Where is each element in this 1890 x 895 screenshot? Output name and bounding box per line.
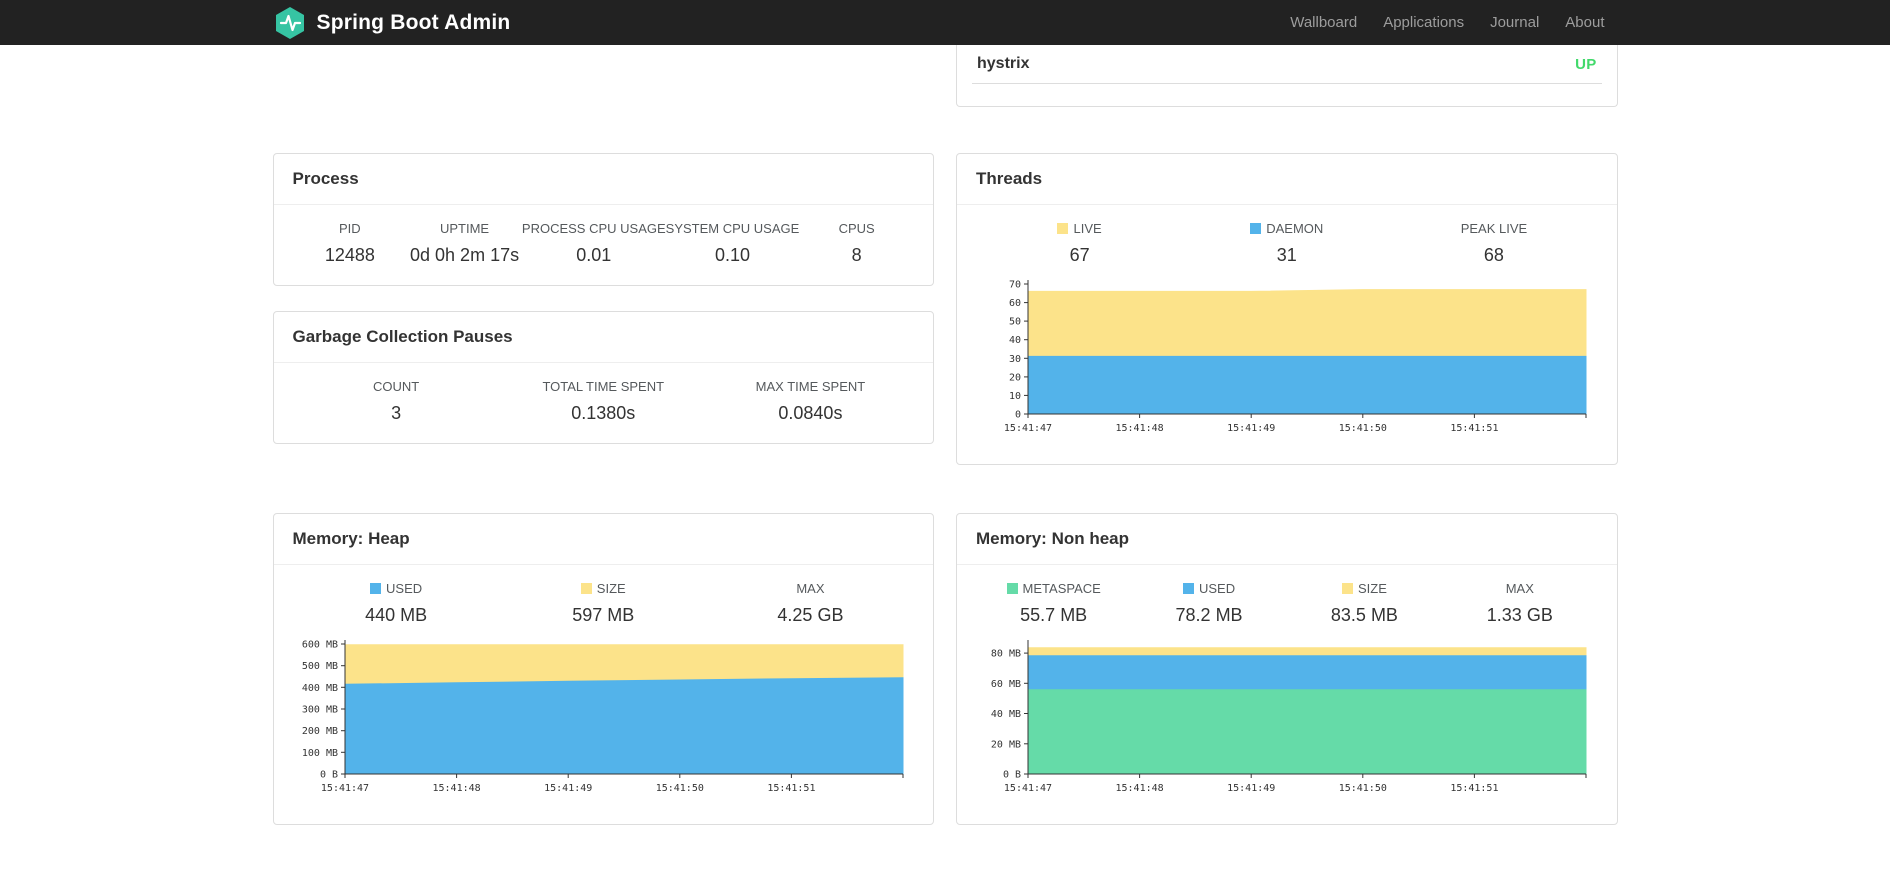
svg-text:40 MB: 40 MB xyxy=(991,709,1021,720)
svg-text:15:41:51: 15:41:51 xyxy=(1450,783,1498,794)
heap-size-legend-chip-icon xyxy=(580,583,592,594)
chart-svg: 0 B 100 MB 200 MB 300 MB 400 MB 500 MB 600 MB 1… xyxy=(301,640,903,794)
svg-text:30: 30 xyxy=(1009,354,1021,365)
spring-boot-admin-logo-icon xyxy=(273,6,307,40)
metric-system-cpu-usage: SYSTEM CPU USAGE 0.10 xyxy=(665,221,800,265)
main-content: hystrix UP Process PID 12488 UPTIME 0d 0… xyxy=(272,45,1618,895)
gc-pauses-card: Garbage Collection Pauses COUNT 3 TOTAL … xyxy=(272,311,934,444)
svg-text:15:41:51: 15:41:51 xyxy=(1450,423,1498,434)
svg-text:60: 60 xyxy=(1009,298,1021,309)
live-legend-chip-icon xyxy=(1057,223,1069,234)
svg-text:300 MB: 300 MB xyxy=(301,705,337,716)
nav-item-applications[interactable]: Applications xyxy=(1370,14,1477,31)
svg-text:20 MB: 20 MB xyxy=(991,739,1021,750)
nav-links: Wallboard Applications Journal About xyxy=(1277,14,1617,31)
row-memory: Memory: Heap USED 440 MB SIZE 597 MB MAX… xyxy=(272,513,1618,825)
svg-text:0 B: 0 B xyxy=(319,770,337,781)
memory-nonheap-card-title: Memory: Non heap xyxy=(957,514,1617,565)
nonheap-used-legend-chip-icon xyxy=(1183,583,1194,594)
svg-text:70: 70 xyxy=(1009,280,1021,291)
memory-heap-card: Memory: Heap USED 440 MB SIZE 597 MB MAX… xyxy=(272,513,934,825)
svg-text:15:41:49: 15:41:49 xyxy=(544,783,592,794)
svg-text:80 MB: 80 MB xyxy=(991,649,1021,660)
legend-item-heap-max: MAX 4.25 GB xyxy=(777,581,844,625)
metric-gc-max-time: MAX TIME SPENT 0.0840s xyxy=(755,379,866,423)
legend-item-daemon: DAEMON 31 xyxy=(1183,221,1390,266)
metric-uptime: UPTIME 0d 0h 2m 17s xyxy=(410,221,520,265)
svg-text:100 MB: 100 MB xyxy=(301,748,337,759)
application-status-card: hystrix UP xyxy=(956,45,1618,107)
threads-chart: 0 10 20 30 40 50 60 70 15:41:47 15:41:48 15:41:49 1… xyxy=(976,276,1598,445)
legend-item-nonheap-used: USED 78.2 MB xyxy=(1175,581,1243,625)
process-card: Process PID 12488 UPTIME 0d 0h 2m 17s PR… xyxy=(272,153,934,286)
gc-card-title: Garbage Collection Pauses xyxy=(273,312,933,363)
metric-pid: PID 12488 xyxy=(324,221,375,265)
gc-metrics: COUNT 3 TOTAL TIME SPENT 0.1380s MAX TIM… xyxy=(293,379,915,424)
legend-item-nonheap-size: SIZE 83.5 MB xyxy=(1330,581,1398,625)
navbar: Spring Boot Admin Wallboard Applications… xyxy=(0,0,1890,45)
nav-item-wallboard[interactable]: Wallboard xyxy=(1277,14,1370,31)
svg-text:15:41:48: 15:41:48 xyxy=(432,783,480,794)
process-metrics: PID 12488 UPTIME 0d 0h 2m 17s PROCESS CP… xyxy=(293,221,915,266)
process-card-title: Process xyxy=(273,154,933,205)
svg-text:15:41:47: 15:41:47 xyxy=(1004,783,1052,794)
nonheap-legend: METASPACE 55.7 MB USED 78.2 MB SIZE 83.5… xyxy=(976,581,1598,626)
row-application-status: hystrix UP xyxy=(273,45,1618,107)
svg-text:15:41:50: 15:41:50 xyxy=(1339,783,1387,794)
svg-text:15:41:50: 15:41:50 xyxy=(655,783,703,794)
svg-text:500 MB: 500 MB xyxy=(301,661,337,672)
svg-text:0 B: 0 B xyxy=(1003,770,1021,781)
metric-process-cpu-usage: PROCESS CPU USAGE 0.01 xyxy=(521,221,666,265)
svg-text:15:41:47: 15:41:47 xyxy=(320,783,368,794)
threads-legend: LIVE 67 DAEMON 31 PEAK LIVE 68 xyxy=(976,221,1598,266)
nav-item-journal[interactable]: Journal xyxy=(1477,14,1552,31)
metric-gc-total-time: TOTAL TIME SPENT 0.1380s xyxy=(542,379,665,423)
svg-text:600 MB: 600 MB xyxy=(301,640,337,651)
application-row-hystrix[interactable]: hystrix UP xyxy=(972,45,1602,84)
legend-item-metaspace: METASPACE 55.7 MB xyxy=(976,581,1131,626)
svg-text:15:41:50: 15:41:50 xyxy=(1339,423,1387,434)
legend-item-live: LIVE 67 xyxy=(976,221,1183,266)
status-badge: UP xyxy=(1575,55,1597,73)
application-name: hystrix xyxy=(977,55,1030,72)
heap-legend: USED 440 MB SIZE 597 MB MAX 4.25 GB xyxy=(293,581,915,626)
memory-nonheap-card: Memory: Non heap METASPACE 55.7 MB USED xyxy=(956,513,1618,825)
legend-item-heap-used: USED 440 MB xyxy=(365,581,428,625)
nav-item-about[interactable]: About xyxy=(1552,14,1617,31)
daemon-legend-chip-icon xyxy=(1250,223,1262,234)
svg-text:15:41:49: 15:41:49 xyxy=(1227,423,1275,434)
svg-text:15:41:49: 15:41:49 xyxy=(1227,783,1275,794)
legend-item-peak-live: PEAK LIVE 68 xyxy=(1460,221,1528,265)
memory-nonheap-chart: 0 B 20 MB 40 MB 60 MB 80 MB 15:41:47 15:41:48 1… xyxy=(976,636,1598,805)
svg-text:15:41:48: 15:41:48 xyxy=(1116,423,1164,434)
metaspace-legend-chip-icon xyxy=(1006,583,1018,594)
metric-cpus: CPUS 8 xyxy=(838,221,875,265)
svg-text:60 MB: 60 MB xyxy=(991,679,1021,690)
threads-card: Threads LIVE 67 DAEMON 31 PEAK LIVE 68 0… xyxy=(956,153,1618,465)
svg-text:0: 0 xyxy=(1015,410,1021,421)
brand-title: Spring Boot Admin xyxy=(316,10,511,34)
memory-heap-card-title: Memory: Heap xyxy=(273,514,933,565)
svg-text:15:41:47: 15:41:47 xyxy=(1004,423,1052,434)
legend-item-heap-size: SIZE 597 MB xyxy=(572,581,635,625)
heap-used-legend-chip-icon xyxy=(370,583,382,594)
metric-gc-count: COUNT 3 xyxy=(372,379,420,423)
svg-text:400 MB: 400 MB xyxy=(301,683,337,694)
chart-svg: 0 B 20 MB 40 MB 60 MB 80 MB 15:41:47 15:41:48 1… xyxy=(991,640,1587,794)
legend-item-nonheap-max: MAX 1.33 GB xyxy=(1486,581,1553,625)
svg-text:40: 40 xyxy=(1009,335,1021,346)
row-process-threads: Process PID 12488 UPTIME 0d 0h 2m 17s PR… xyxy=(272,153,1618,465)
card-spacer xyxy=(957,84,1617,106)
svg-text:50: 50 xyxy=(1009,317,1021,328)
svg-text:10: 10 xyxy=(1009,391,1021,402)
nonheap-size-legend-chip-icon xyxy=(1341,583,1353,594)
chart-svg: 0 10 20 30 40 50 60 70 15:41:47 15:41:48 15:41:49 1… xyxy=(1004,280,1587,434)
svg-text:200 MB: 200 MB xyxy=(301,726,337,737)
brand[interactable]: Spring Boot Admin xyxy=(273,6,511,40)
svg-text:15:41:48: 15:41:48 xyxy=(1116,783,1164,794)
svg-text:20: 20 xyxy=(1009,372,1021,383)
threads-card-title: Threads xyxy=(957,154,1617,205)
memory-heap-chart: 0 B 100 MB 200 MB 300 MB 400 MB 500 MB 600 MB 1… xyxy=(293,636,915,805)
svg-text:15:41:51: 15:41:51 xyxy=(767,783,815,794)
